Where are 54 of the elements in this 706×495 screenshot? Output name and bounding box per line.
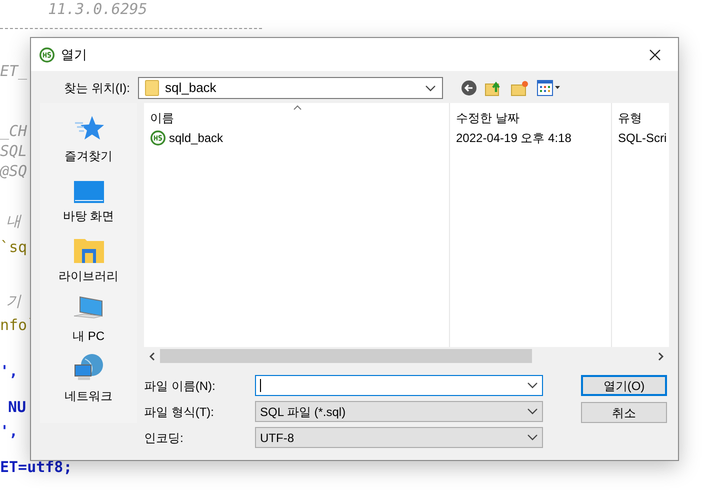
sql-file-icon xyxy=(150,130,166,146)
chevron-down-icon xyxy=(527,434,538,441)
chevron-down-icon xyxy=(527,382,538,389)
folder-up-icon[interactable] xyxy=(485,80,503,96)
place-link[interactable]: 내 PC xyxy=(72,327,104,345)
column-header[interactable]: 유형 xyxy=(618,109,642,127)
place-link[interactable]: 네트워크 xyxy=(64,387,112,405)
field-label: 파일 이름(N): xyxy=(144,378,216,394)
folder-icon xyxy=(145,80,159,96)
chevron-left-icon xyxy=(149,352,155,360)
field-label: 인코딩: xyxy=(144,430,184,446)
library-folder-icon xyxy=(74,237,104,263)
open-button[interactable]: 열기(O) xyxy=(581,375,667,396)
file-name-field[interactable] xyxy=(255,375,543,396)
place-link[interactable]: 즐겨찾기 xyxy=(64,147,112,165)
file-type-dropdown[interactable]: SQL 파일 (*.sql) xyxy=(255,401,543,422)
back-icon[interactable] xyxy=(461,80,477,96)
code-line: 11.3.0.6295 xyxy=(48,0,148,18)
code-line: `sq xyxy=(0,238,28,256)
column-header[interactable]: 이름 xyxy=(150,109,174,127)
code-line: _CH xyxy=(0,122,28,140)
code-line: NU xyxy=(8,398,26,416)
code-line: ET=utf8; xyxy=(0,458,72,476)
chevron-down-icon xyxy=(527,408,538,415)
place-link[interactable]: 라이브러리 xyxy=(58,267,118,285)
scrollbar-thumb[interactable] xyxy=(160,349,532,363)
desktop-icon xyxy=(74,181,104,203)
window-title: 열기 xyxy=(61,46,87,64)
chevron-down-icon xyxy=(425,84,436,92)
code-line: nfo` xyxy=(0,316,36,334)
code-line: ET_ xyxy=(0,62,28,80)
file-cell-text: 2022-04-19 오후 4:18 xyxy=(456,130,572,147)
code-line: SQL xyxy=(0,142,28,160)
location-dropdown[interactable]: sql_back xyxy=(138,77,443,99)
column-header[interactable]: 수정한 날짜 xyxy=(456,109,520,127)
chevron-right-icon xyxy=(658,352,664,360)
location-label: 찾는 위치(I): xyxy=(63,80,131,97)
encoding-dropdown[interactable]: UTF-8 xyxy=(255,427,543,448)
code-line: 기 xyxy=(6,292,21,310)
new-folder-icon[interactable] xyxy=(511,80,529,96)
network-globe-icon xyxy=(72,353,104,383)
file-cell[interactable]: sqld_back xyxy=(169,129,224,147)
close-icon xyxy=(649,48,661,60)
place-link[interactable]: 바탕 화면 xyxy=(62,207,114,225)
field-label: 파일 형식(T): xyxy=(144,404,215,420)
sort-caret-icon xyxy=(293,105,302,110)
code-line: @SQ xyxy=(0,162,28,180)
app-logo-icon xyxy=(39,46,55,62)
code-line: ', xyxy=(0,422,18,440)
file-cell-text: SQL-Scri xyxy=(618,130,667,147)
view-menu-icon[interactable] xyxy=(537,80,561,96)
code-line: 내 xyxy=(6,212,21,230)
code-line: ', xyxy=(0,362,18,380)
cancel-button[interactable]: 취소 xyxy=(581,402,667,423)
